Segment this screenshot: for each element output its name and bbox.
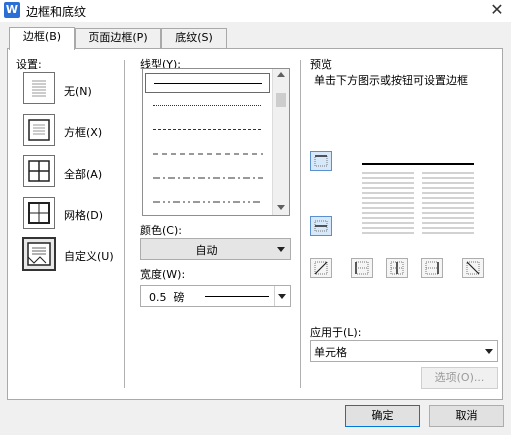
line-style-option-dash-dot[interactable]: [153, 177, 263, 179]
preview-top-border: [362, 163, 474, 165]
separator: [124, 60, 125, 388]
close-icon[interactable]: ✕: [486, 0, 508, 20]
wps-app-icon: W: [4, 2, 20, 18]
all-border-icon: [28, 160, 50, 182]
diagonal-down-button[interactable]: [462, 258, 484, 278]
diagonal-up-icon: [314, 261, 328, 275]
scroll-down-icon[interactable]: [277, 205, 285, 210]
options-button[interactable]: 选项(O)...: [421, 367, 498, 389]
scroll-thumb[interactable]: [276, 93, 286, 107]
custom-border-icon: [27, 242, 51, 266]
line-style-list[interactable]: [142, 68, 290, 216]
tab-page-borders[interactable]: 页面边框(P): [75, 28, 161, 48]
apply-to-select[interactable]: 单元格: [310, 340, 498, 362]
tab-shading[interactable]: 底纹(S): [161, 28, 227, 48]
setting-grid-label: 网格(D): [64, 209, 104, 222]
width-value: 0.5 磅: [149, 291, 185, 304]
border-top-icon: [314, 155, 328, 167]
ok-button[interactable]: 确定: [345, 405, 420, 427]
diagonal-down-icon: [466, 261, 480, 275]
none-border-icon: [32, 80, 46, 97]
separator: [300, 60, 301, 388]
width-select[interactable]: 0.5 磅: [140, 285, 291, 307]
color-select[interactable]: 自动: [140, 238, 291, 260]
width-label: 宽度(W):: [140, 268, 186, 281]
setting-custom-label: 自定义(U): [64, 250, 114, 263]
box-border-icon: [28, 119, 50, 141]
setting-box-button[interactable]: [23, 114, 55, 146]
setting-grid-button[interactable]: [23, 197, 55, 229]
tab-borders[interactable]: 边框(B): [9, 27, 75, 50]
cancel-button[interactable]: 取消: [429, 405, 504, 427]
line-style-option-dotted[interactable]: [153, 105, 261, 106]
setting-none-button[interactable]: [23, 72, 55, 104]
window-title: 边框和底纹: [26, 5, 87, 19]
chevron-down-icon: [485, 349, 493, 354]
border-top-button[interactable]: [310, 151, 332, 171]
settings-label: 设置:: [16, 58, 42, 71]
chevron-down-icon: [278, 294, 286, 299]
setting-all-label: 全部(A): [64, 168, 103, 181]
border-right-button[interactable]: [421, 258, 443, 278]
line-style-option-dashed-small[interactable]: [153, 129, 261, 130]
border-inner-vertical-button[interactable]: [386, 258, 408, 278]
scroll-up-icon[interactable]: [277, 72, 285, 77]
line-style-option-dash-dot-dot[interactable]: [153, 201, 263, 203]
border-inner-horizontal-button[interactable]: [310, 216, 332, 236]
grid-border-icon: [28, 202, 50, 224]
border-right-icon: [425, 261, 439, 275]
setting-none-label: 无(N): [64, 85, 92, 98]
color-value: 自动: [195, 244, 218, 257]
setting-all-button[interactable]: [23, 155, 55, 187]
preview-hint: 单击下方图示或按钮可设置边框: [314, 74, 468, 87]
preview-table: [362, 170, 474, 240]
diagonal-up-button[interactable]: [310, 258, 332, 278]
color-label: 颜色(C):: [140, 224, 182, 237]
setting-box-label: 方框(X): [64, 126, 103, 139]
border-inner-horizontal-icon: [314, 220, 328, 232]
border-left-button[interactable]: [351, 258, 373, 278]
line-style-scrollbar[interactable]: [272, 69, 289, 215]
apply-to-label: 应用于(L):: [310, 326, 362, 339]
setting-custom-button[interactable]: [22, 237, 56, 271]
preview-label: 预览: [310, 58, 332, 71]
apply-to-value: 单元格: [314, 346, 347, 359]
width-line-sample: [205, 296, 269, 297]
chevron-down-icon: [277, 247, 285, 252]
border-left-icon: [355, 261, 369, 275]
line-style-option-dashed[interactable]: [153, 153, 263, 155]
line-style-option-solid[interactable]: [145, 73, 270, 93]
border-inner-vertical-icon: [390, 261, 404, 275]
